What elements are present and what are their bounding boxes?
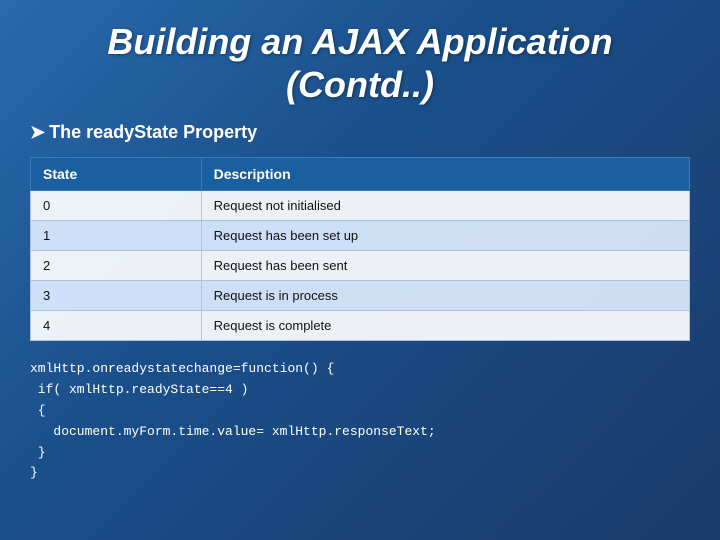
table-row: 0Request not initialised (31, 191, 690, 221)
table-row: 4Request is complete (31, 311, 690, 341)
cell-state: 3 (31, 281, 202, 311)
col-header-description: Description (201, 158, 689, 191)
cell-description: Request is in process (201, 281, 689, 311)
code-line: { (30, 401, 690, 422)
cell-description: Request has been sent (201, 251, 689, 281)
cell-state: 4 (31, 311, 202, 341)
code-line: } (30, 443, 690, 464)
title-line2: (Contd..) (286, 64, 434, 105)
code-line: document.myForm.time.value= xmlHttp.resp… (30, 422, 690, 443)
readystate-table: State Description 0Request not initialis… (30, 157, 690, 341)
cell-state: 0 (31, 191, 202, 221)
code-block: xmlHttp.onreadystatechange=function() { … (30, 359, 690, 484)
table-row: 1Request has been set up (31, 221, 690, 251)
page-title: Building an AJAX Application (Contd..) (30, 20, 690, 106)
cell-state: 2 (31, 251, 202, 281)
code-line: } (30, 463, 690, 484)
title-line1: Building an AJAX Application (107, 21, 612, 62)
col-header-state: State (31, 158, 202, 191)
code-line: if( xmlHttp.readyState==4 ) (30, 380, 690, 401)
cell-description: Request has been set up (201, 221, 689, 251)
section-subtitle: ➤The readyState Property (30, 122, 690, 143)
cell-state: 1 (31, 221, 202, 251)
cell-description: Request is complete (201, 311, 689, 341)
arrow-icon: ➤ (30, 122, 45, 142)
table-row: 2Request has been sent (31, 251, 690, 281)
code-line: xmlHttp.onreadystatechange=function() { (30, 359, 690, 380)
subtitle-text: The readyState Property (49, 122, 257, 142)
table-row: 3Request is in process (31, 281, 690, 311)
cell-description: Request not initialised (201, 191, 689, 221)
